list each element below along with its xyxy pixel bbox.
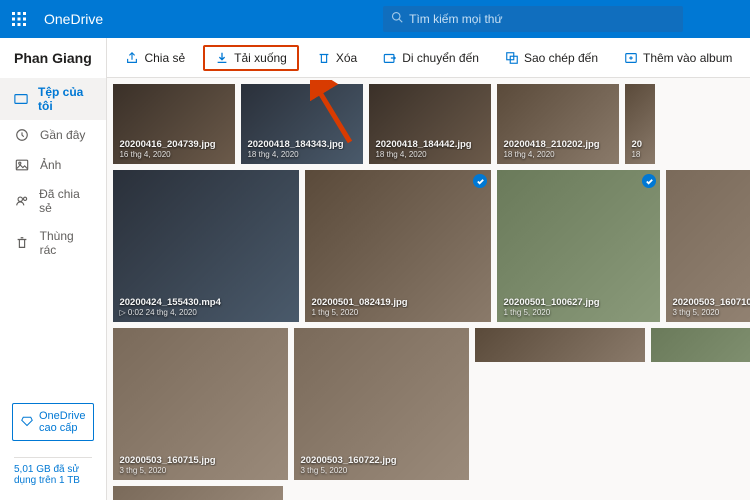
storage-text: 5,01 GB đã sử dụng trên 1 TB: [14, 464, 80, 486]
search-icon: [391, 10, 403, 28]
people-icon: [14, 193, 29, 209]
download-button[interactable]: Tải xuống: [203, 45, 299, 71]
upsell-button[interactable]: OneDrive cao cấp: [12, 403, 94, 441]
file-date: 18 thg 4, 2020: [503, 150, 613, 159]
button-label: Thêm vào album: [643, 51, 732, 65]
clock-icon: [14, 127, 30, 143]
upsell-label: OneDrive cao cấp: [39, 410, 85, 434]
photo-tile[interactable]: 20200503_160722.jpg3 thg 5, 2020: [294, 328, 469, 480]
app-header: OneDrive: [0, 0, 750, 38]
moveto-button[interactable]: Di chuyển đến: [375, 47, 487, 69]
sidebar-item-shared[interactable]: Đã chia sẻ: [0, 180, 106, 222]
sidebar-item-recent[interactable]: Gần đây: [0, 120, 106, 150]
photo-tile[interactable]: 2018: [625, 84, 655, 164]
photo-tile[interactable]: 20200418_184442.jpg18 thg 4, 2020: [369, 84, 491, 164]
file-date: 1 thg 5, 2020: [503, 308, 654, 317]
app-launcher-icon[interactable]: [0, 0, 38, 38]
copyto-button[interactable]: Sao chép đến: [497, 47, 606, 69]
file-date: 3 thg 5, 2020: [300, 466, 463, 475]
nav: Tệp của tôi Gần đây Ảnh Đã chia sẻ Thùng…: [0, 78, 106, 395]
photo-tile[interactable]: 20200503_160715.jpg3 thg 5, 2020: [113, 328, 288, 480]
photo-icon: [14, 157, 30, 173]
file-name: 20200501_082419.jpg: [311, 297, 485, 308]
file-name: 20200418_184442.jpg: [375, 139, 485, 150]
search-input[interactable]: [409, 12, 675, 26]
file-name: 20200503_160710.jpg: [672, 297, 750, 308]
photo-tile[interactable]: 20200418_184343.jpg18 thg 4, 2020: [241, 84, 363, 164]
file-date: 18 thg 4, 2020: [375, 150, 485, 159]
file-name: 20200416_204739.jpg: [119, 139, 229, 150]
photo-tile[interactable]: 20200418_210202.jpg18 thg 4, 2020: [497, 84, 619, 164]
button-label: Tải xuống: [234, 51, 287, 65]
file-name: 20200418_184343.jpg: [247, 139, 357, 150]
file-date: 3 thg 5, 2020: [119, 466, 282, 475]
file-name: 20: [631, 139, 649, 150]
button-label: Sao chép đến: [524, 51, 598, 65]
sidebar-item-label: Tệp của tôi: [38, 85, 92, 113]
file-date: 1 thg 5, 2020: [311, 308, 485, 317]
sidebar-item-label: Thùng rác: [40, 229, 93, 257]
file-name: 20200503_160715.jpg: [119, 455, 282, 466]
main: Phan Giang Tệp của tôi Gần đây Ảnh Đã ch…: [0, 38, 750, 500]
selected-check-icon: [473, 174, 487, 188]
storage-info: 5,01 GB đã sử dụng trên 1 TB: [0, 449, 106, 500]
photo-tile[interactable]: [651, 328, 750, 362]
addalbum-button[interactable]: Thêm vào album: [616, 47, 740, 69]
sidebar-item-label: Gần đây: [40, 128, 85, 142]
search-box[interactable]: [383, 6, 683, 32]
photo-tile[interactable]: 20200416_204739.jpg16 thg 4, 2020: [113, 84, 235, 164]
photo-tile[interactable]: [475, 328, 645, 362]
folder-icon: [14, 91, 28, 107]
photo-tile[interactable]: 20200501_082419.jpg1 thg 5, 2020: [305, 170, 491, 322]
brand-label: OneDrive: [38, 11, 103, 27]
sidebar-item-myfiles[interactable]: Tệp của tôi: [0, 78, 106, 120]
button-label: Di chuyển đến: [402, 51, 479, 65]
sidebar-item-label: Ảnh: [40, 158, 61, 172]
photo-tile[interactable]: 20200503_160710.jpg3 thg 5, 2020: [666, 170, 750, 322]
selected-check-icon: [642, 174, 656, 188]
sidebar-item-photos[interactable]: Ảnh: [0, 150, 106, 180]
file-date: 3 thg 5, 2020: [672, 308, 750, 317]
file-name: 20200418_210202.jpg: [503, 139, 613, 150]
photo-grid: 20200416_204739.jpg16 thg 4, 2020 202004…: [107, 78, 750, 500]
file-name: 20200424_155430.mp4: [119, 297, 293, 308]
file-name: 20200503_160722.jpg: [300, 455, 463, 466]
file-date: 18: [631, 150, 649, 159]
toolbar: Chia sẻ Tải xuống Xóa Di chuyển đến Sao …: [107, 38, 750, 78]
file-name: 20200501_100627.jpg: [503, 297, 654, 308]
user-name: Phan Giang: [0, 38, 106, 78]
file-date: 18 thg 4, 2020: [247, 150, 357, 159]
photo-tile[interactable]: [113, 486, 283, 500]
content: Chia sẻ Tải xuống Xóa Di chuyển đến Sao …: [107, 38, 750, 500]
diamond-icon: [21, 415, 33, 430]
sidebar-item-trash[interactable]: Thùng rác: [0, 222, 106, 264]
button-label: Chia sẻ: [144, 51, 185, 65]
video-tile[interactable]: 20200424_155430.mp4▷ 0:02 24 thg 4, 2020: [113, 170, 299, 322]
file-date: 16 thg 4, 2020: [119, 150, 229, 159]
photo-tile[interactable]: 20200501_100627.jpg1 thg 5, 2020: [497, 170, 660, 322]
sidebar-item-label: Đã chia sẻ: [39, 187, 92, 215]
delete-button[interactable]: Xóa: [309, 47, 365, 69]
sidebar: Phan Giang Tệp của tôi Gần đây Ảnh Đã ch…: [0, 38, 107, 500]
share-button[interactable]: Chia sẻ: [117, 47, 193, 69]
file-date: ▷ 0:02 24 thg 4, 2020: [119, 308, 293, 317]
button-label: Xóa: [336, 51, 357, 65]
trash-icon: [14, 235, 30, 251]
